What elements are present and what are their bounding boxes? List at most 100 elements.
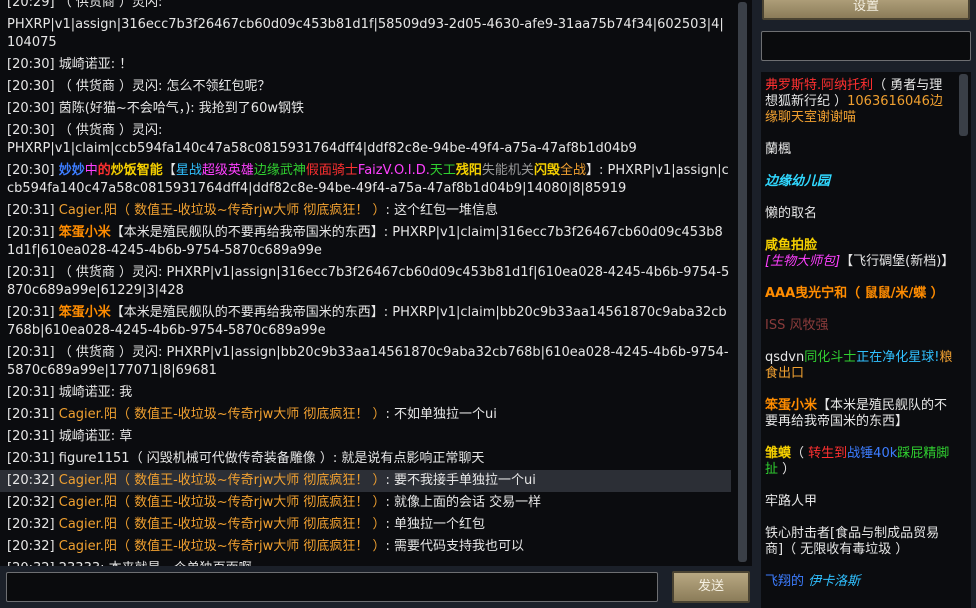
text-segment: 边缘 (253, 163, 280, 178)
text-segment: [20:29] (7, 0, 59, 10)
text-segment: Cagier.阳（ 数值王-收垃圾~传奇rjw大师 彻底疯狂！ ） (58, 407, 386, 422)
user-list-item[interactable]: 飞翔的 伊卡洛斯 (765, 574, 955, 590)
chat-message[interactable]: [20:31] 笨蛋小米【本米是殖民舰队的不要再给我帝国米的东西】: PHXRP… (7, 222, 731, 262)
text-segment: qsdvn (765, 350, 805, 365)
text-segment: 城崎诺亚: 草 (58, 429, 133, 444)
chat-message[interactable]: [20:30] 茵陈(好猫~不会哈气，): 我抢到了60w钢铁 (7, 98, 731, 120)
text-segment: [20:31] (7, 429, 59, 444)
text-segment: figure1151（ 闪毁机械可代做传奇装备雕像 ）: 就是说有点影响正常聊天 (58, 451, 485, 466)
text-segment: : 要不我接手单独拉一个ui (385, 473, 536, 488)
chat-message[interactable]: [20:31] Cagier.阳（ 数值王-收垃圾~传奇rjw大师 彻底疯狂！ … (7, 200, 731, 222)
chat-message[interactable]: [20:32] Cagier.阳（ 数值王-收垃圾~传奇rjw大师 彻底疯狂！ … (0, 470, 731, 492)
text-segment: 【 (162, 163, 176, 178)
user-list-item[interactable]: 牢路人甲 (765, 494, 955, 510)
text-segment: 炒饭智能 (110, 163, 163, 178)
chat-message[interactable]: [20:30] 妙妙中的炒饭智能【星战超级英雄边缘武神假面骑士FaizV.O.I… (7, 160, 731, 200)
text-segment: [20:30] (7, 79, 59, 94)
text-segment: : 不如单独拉一个ui (385, 407, 497, 422)
user-list-item[interactable]: 咸鱼拍脸 [生物大师包]【飞行碉堡(新档)】 (765, 238, 955, 270)
text-segment: [20:31] (7, 385, 59, 400)
text-segment: PHXRP|v1|claim|ccb594fa140c47a58c0815931… (7, 141, 637, 156)
chat-message[interactable]: [20:31] （ 供货商 ）灵闪: PHXRP|v1|assign|316ec… (7, 262, 731, 302)
text-segment: : 需要代码支持我也可以 (385, 539, 525, 554)
user-search-input[interactable] (761, 31, 971, 61)
text-segment: 城崎诺亚: 我 (58, 385, 133, 400)
chat-message[interactable]: [20:32] Cagier.阳（ 数值王-收垃圾~传奇rjw大师 彻底疯狂！ … (7, 536, 731, 558)
chat-message[interactable]: [20:30] （ 供货商 ）灵闪: PHXRP|v1|claim|ccb594… (7, 120, 731, 160)
chat-message[interactable]: [20:31] Cagier.阳（ 数值王-收垃圾~传奇rjw大师 彻底疯狂！ … (7, 404, 731, 426)
user-list-scrollbar-thumb[interactable] (959, 74, 968, 136)
text-segment: : 就像上面的会话 交易一样 (385, 495, 542, 510)
text-segment: 伊卡洛斯 (808, 574, 861, 589)
text-segment: 超级英雄 (201, 163, 254, 178)
text-segment: 正在净化星球! (856, 350, 940, 365)
user-list-item[interactable]: 铁心肘击者[食品与制成品贸易商]（ 无限收有毒垃圾 ） (765, 526, 955, 558)
text-segment: 边缘幼儿园 (765, 174, 831, 189)
text-segment: 笨蛋小米 (58, 225, 111, 240)
chat-message[interactable]: [20:32] Cagier.阳（ 数值王-收垃圾~传奇rjw大师 彻底疯狂！ … (7, 514, 731, 536)
text-segment: 雏蟆 (765, 446, 792, 461)
user-list[interactable]: 弗罗斯特.阿纳托利（ 勇者与理想狐新行纪 ）1063616046边缘聊天室谢谢喵… (761, 72, 971, 608)
text-segment: Cagier.阳（ 数值王-收垃圾~传奇rjw大师 彻底疯狂！ ） (58, 203, 386, 218)
chat-message[interactable]: [20:31] （ 供货商 ）灵闪: PHXRP|v1|assign|bb20c… (7, 342, 731, 382)
send-button[interactable]: 发送 (672, 571, 750, 603)
text-segment: 飞翔的 (765, 574, 809, 589)
chat-message[interactable]: [20:32] Cagier.阳（ 数值王-收垃圾~传奇rjw大师 彻底疯狂！ … (7, 492, 731, 514)
text-segment: : 单独拉一个红包 (385, 517, 486, 532)
text-segment: 战锤40k (847, 446, 898, 461)
text-segment: [生物大师包] (765, 254, 841, 269)
text-segment: 星战 (175, 163, 202, 178)
user-list-item[interactable]: ISS 风牧强 (765, 318, 955, 334)
user-list-item[interactable]: 雏蟆（ 转生到战锤40k踩屁精脚扯 ） (765, 446, 955, 478)
user-list-item[interactable]: 蘭楓 (765, 142, 955, 158)
user-list-items: 弗罗斯特.阿纳托利（ 勇者与理想狐新行纪 ）1063616046边缘聊天室谢谢喵… (765, 78, 955, 606)
chat-message[interactable]: [20:31] 笨蛋小米【本米是殖民舰队的不要再给我帝国米的东西】: PHXRP… (7, 302, 731, 342)
text-segment: 武神 (279, 163, 306, 178)
user-list-item[interactable]: AAA曳光宁和（ 鼠鼠/米/蝶 ） (765, 286, 955, 302)
chat-message[interactable]: [20:29] （ 供货商 ）灵闪: (7, 0, 731, 14)
chat-input[interactable] (6, 572, 658, 602)
text-segment: 弗罗斯特.阿纳托利 (765, 78, 874, 93)
text-segment: （ 供货商 ）灵闪: (58, 265, 167, 280)
text-segment: [20:31] (7, 225, 59, 240)
right-panel: 设置 弗罗斯特.阿纳托利（ 勇者与理想狐新行纪 ）1063616046边缘聊天室… (752, 0, 976, 608)
text-segment: 笨蛋小米 (765, 398, 818, 413)
user-list-item[interactable]: 弗罗斯特.阿纳托利（ 勇者与理想狐新行纪 ）1063616046边缘聊天室谢谢喵 (765, 78, 955, 126)
text-segment: [20:31] (7, 265, 59, 280)
text-segment: 闪毁 (533, 163, 560, 178)
text-segment: （ 供货商 ）灵闪: (58, 0, 163, 10)
text-segment: （ 供货商 ）灵闪: (58, 123, 163, 138)
settings-button[interactable]: 设置 (762, 0, 970, 20)
text-segment: 转生到 (808, 446, 848, 461)
text-segment: [20:30] (7, 163, 59, 178)
user-list-item[interactable]: 懒的取名 (765, 206, 955, 222)
text-segment: Cagier.阳（ 数值王-收垃圾~传奇rjw大师 彻底疯狂！ ） (58, 473, 386, 488)
text-segment: Cagier.阳（ 数值王-收垃圾~传奇rjw大师 彻底疯狂！ ） (58, 495, 386, 510)
text-segment: [20:31] (7, 451, 59, 466)
chat-scrollbar-thumb[interactable] (738, 2, 747, 562)
chat-message[interactable]: [20:31] 城崎诺亚: 草 (7, 426, 731, 448)
chat-message[interactable]: [20:31] 城崎诺亚: 我 (7, 382, 731, 404)
chat-log[interactable]: [20:29] （ 供货商 ）灵闪: PHXRP|v1|assign|316ec… (0, 0, 736, 566)
text-segment: [20:31] (7, 407, 59, 422)
text-segment: ） (778, 462, 796, 477)
chat-message[interactable]: [20:32] 23333: 本来就是一个单独页面啊 (7, 558, 731, 566)
user-list-item[interactable]: 笨蛋小米【本米是殖民舰队的不要再给我帝国米的东西】 (765, 398, 955, 430)
chat-scrollbar[interactable] (737, 0, 749, 566)
text-segment: [20:32] (7, 473, 59, 488)
chat-panel: [20:29] （ 供货商 ）灵闪: PHXRP|v1|assign|316ec… (0, 0, 752, 566)
chat-message[interactable]: [20:31] figure1151（ 闪毁机械可代做传奇装备雕像 ）: 就是说… (7, 448, 731, 470)
text-segment: 铁心肘击者[食品与制成品贸易商]（ 无限收有毒垃圾 ） (765, 526, 940, 557)
text-segment: ISS 风牧强 (765, 318, 829, 333)
chat-message[interactable]: [20:30] （ 供货商 ）灵闪: 怎么不领红包呢？ (7, 76, 731, 98)
text-segment: 【本米是殖民舰队的不要再给我帝国米的东西】: (110, 225, 393, 240)
text-segment: Cagier.阳（ 数值王-收垃圾~传奇rjw大师 彻底疯狂！ ） (58, 539, 386, 554)
text-segment: AAA曳光宁和（ 鼠鼠/米/蝶 ） (765, 286, 944, 301)
user-list-item[interactable]: qsdvn同化斗士正在净化星球!粮食出口 (765, 350, 955, 382)
user-list-item[interactable]: 边缘幼儿园 (765, 174, 955, 190)
text-segment: : 这个红包一堆信息 (385, 203, 499, 218)
chat-message[interactable]: PHXRP|v1|assign|316ecc7b3f26467cb60d09c4… (7, 14, 731, 54)
text-segment: FaizV.O.I.D. (357, 163, 430, 178)
chat-message[interactable]: [20:30] 城崎诺亚: ！ (7, 54, 731, 76)
text-segment: （ 供货商 ）灵闪: 怎么不领红包呢？ (58, 79, 271, 94)
